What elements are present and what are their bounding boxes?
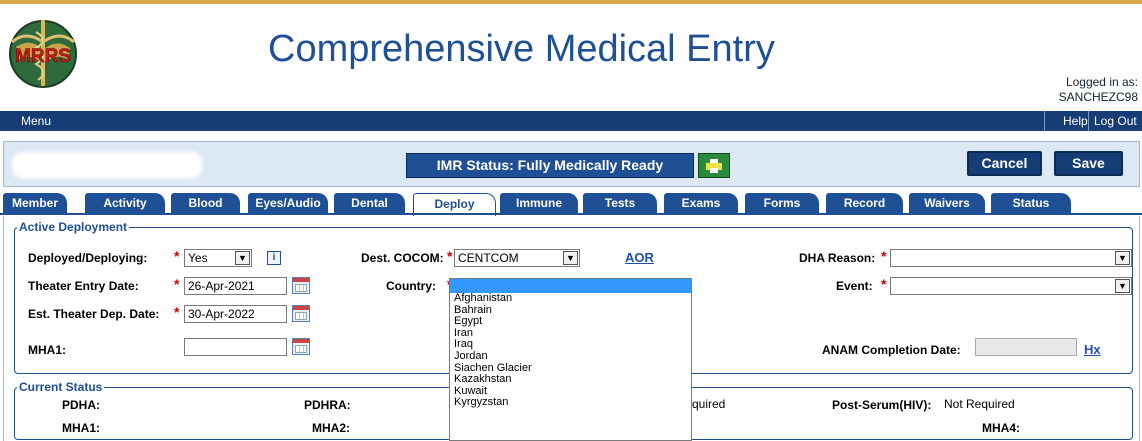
info-icon[interactable]: i (267, 251, 281, 265)
theater-entry-label: Theater Entry Date: (28, 279, 139, 293)
event-select[interactable]: ▼ (890, 277, 1132, 295)
country-option[interactable]: Egypt (450, 316, 691, 328)
pdha-label: PDHA: (62, 398, 100, 412)
country-dropdown-list[interactable]: Afghanistan Bahrain Egypt Iran Iraq Jord… (449, 278, 692, 441)
help-link[interactable]: Help (1063, 114, 1088, 128)
country-option[interactable]: Kazakhstan (450, 374, 691, 386)
menu-bar: Menu Help Log Out (0, 111, 1142, 131)
dha-reason-label: DHA Reason: (799, 251, 876, 265)
menu-separator (1088, 111, 1089, 131)
dest-cocom-value: CENTCOM (458, 251, 519, 265)
partial-status-text: quired (692, 397, 726, 411)
required-marker: * (881, 276, 887, 292)
status-mha1-label: MHA1: (62, 421, 100, 435)
country-option[interactable]: Iran (450, 327, 691, 340)
mrrs-logo: MRRS (6, 12, 80, 92)
country-label: Country: (386, 279, 436, 293)
deployed-value: Yes (188, 251, 208, 265)
dha-reason-select[interactable]: ▼ (890, 249, 1132, 267)
current-status-legend: Current Status (19, 380, 103, 394)
chevron-down-icon: ▼ (563, 251, 578, 265)
status-mha2-label: MHA2: (312, 421, 350, 435)
calendar-icon[interactable] (292, 305, 310, 322)
aor-link[interactable]: AOR (625, 250, 654, 265)
required-marker: * (174, 248, 180, 264)
logged-in-info: Logged in as: SANCHEZC98 (1059, 75, 1138, 105)
page-title: Comprehensive Medical Entry (268, 28, 775, 70)
est-dep-input[interactable]: 30-Apr-2022 (184, 305, 287, 323)
post-serum-value: Not Required (944, 397, 1015, 411)
tab-eyes-audio[interactable]: Eyes/Audio (248, 193, 328, 214)
menu-separator (1044, 111, 1045, 131)
chevron-down-icon: ▼ (235, 251, 250, 265)
country-option[interactable]: Kyrgyzstan (450, 397, 691, 409)
cancel-button[interactable]: Cancel (967, 151, 1042, 176)
member-status-strip: IMR Status: Fully Medically Ready Cancel… (3, 141, 1140, 187)
post-serum-label: Post-Serum(HIV): (832, 398, 932, 412)
save-button[interactable]: Save (1054, 151, 1123, 176)
required-marker: * (174, 276, 180, 292)
top-accent-line (0, 0, 1142, 4)
printer-icon (706, 159, 722, 173)
required-marker: * (881, 248, 887, 264)
anam-date-input (975, 338, 1077, 356)
tab-forms[interactable]: Forms (745, 193, 819, 214)
logged-in-label: Logged in as: (1065, 75, 1138, 89)
dest-cocom-label: Dest. COCOM: (361, 251, 444, 265)
anam-label: ANAM Completion Date: (822, 343, 961, 357)
tab-immune[interactable]: Immune (500, 193, 578, 214)
tab-activity[interactable]: Activity (85, 193, 165, 214)
print-button[interactable] (698, 153, 730, 178)
country-option[interactable]: Afghanistan (450, 292, 691, 305)
mha1-label: MHA1: (28, 343, 66, 357)
theater-entry-input[interactable]: 26-Apr-2021 (184, 277, 287, 295)
tab-underline (0, 213, 1142, 215)
calendar-icon[interactable] (292, 277, 310, 294)
pdhra-label: PDHRA: (304, 398, 351, 412)
tab-blood[interactable]: Blood (171, 193, 240, 214)
tab-waivers[interactable]: Waivers (909, 193, 985, 214)
chevron-down-icon: ▼ (1115, 279, 1130, 293)
tab-tests[interactable]: Tests (583, 193, 657, 214)
imr-status-button[interactable]: IMR Status: Fully Medically Ready (406, 153, 694, 178)
required-marker: * (447, 248, 453, 264)
calendar-icon[interactable] (292, 338, 310, 355)
deployed-select[interactable]: Yes ▼ (184, 249, 252, 267)
logo-text: MRRS (15, 46, 71, 67)
dest-cocom-select[interactable]: CENTCOM ▼ (454, 249, 580, 267)
country-option[interactable]: Jordan (450, 350, 691, 363)
event-label: Event: (836, 279, 873, 293)
tab-bar: Member Activity Blood Eyes/Audio Dental … (0, 193, 1142, 216)
active-deployment-legend: Active Deployment (19, 220, 128, 234)
est-dep-label: Est. Theater Dep. Date: (28, 307, 160, 321)
tab-member[interactable]: Member (3, 193, 67, 214)
tab-status[interactable]: Status (991, 193, 1071, 214)
deployed-label: Deployed/Deploying: (28, 251, 148, 265)
country-option[interactable]: Bahrain (450, 304, 691, 317)
chevron-down-icon: ▼ (1115, 251, 1130, 265)
menu-link[interactable]: Menu (21, 114, 51, 128)
redacted-member-name (12, 152, 202, 178)
tab-record[interactable]: Record (826, 193, 903, 214)
required-marker: * (174, 304, 180, 320)
username: SANCHEZC98 (1058, 90, 1138, 104)
tab-dental[interactable]: Dental (334, 193, 405, 214)
mha1-input[interactable] (184, 338, 287, 356)
hx-link[interactable]: Hx (1084, 342, 1101, 357)
logout-link[interactable]: Log Out (1094, 114, 1137, 128)
tab-exams[interactable]: Exams (664, 193, 738, 214)
country-option[interactable] (450, 279, 691, 293)
status-mha4-label: MHA4: (982, 421, 1020, 435)
